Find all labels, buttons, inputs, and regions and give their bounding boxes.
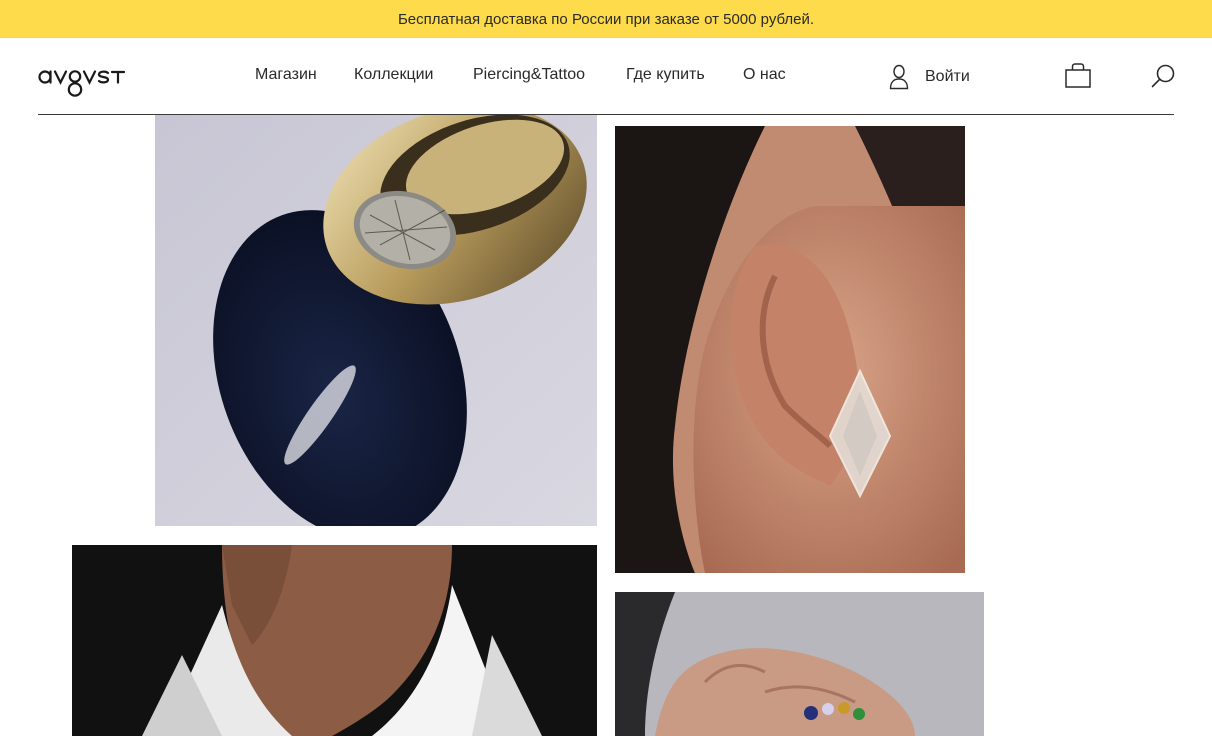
user-icon [889,64,909,90]
nav-item-piercing-tattoo[interactable]: Piercing&Tattoo [473,66,585,84]
gallery-photo-ring[interactable] [155,115,597,526]
site-header [0,38,1212,115]
login-link[interactable]: Войти [888,64,970,90]
nav-item-about[interactable]: О нас [743,66,786,84]
nav-item-collections[interactable]: Коллекции [354,66,433,84]
login-label: Войти [925,68,970,85]
gallery-photo-hand-ring[interactable] [615,592,984,736]
search-icon[interactable] [1150,63,1176,89]
brand-logo[interactable] [38,62,152,98]
promo-banner: Бесплатная доставка по России при заказе… [0,0,1212,38]
shopping-bag-icon[interactable] [1064,62,1092,90]
nav-item-where-to-buy[interactable]: Где купить [626,66,705,84]
nav-item-shop[interactable]: Магазин [255,66,317,84]
gallery-photo-earring[interactable] [615,126,965,573]
promo-text: Бесплатная доставка по России при заказе… [397,10,815,28]
gallery-photo-neck[interactable] [72,545,597,736]
